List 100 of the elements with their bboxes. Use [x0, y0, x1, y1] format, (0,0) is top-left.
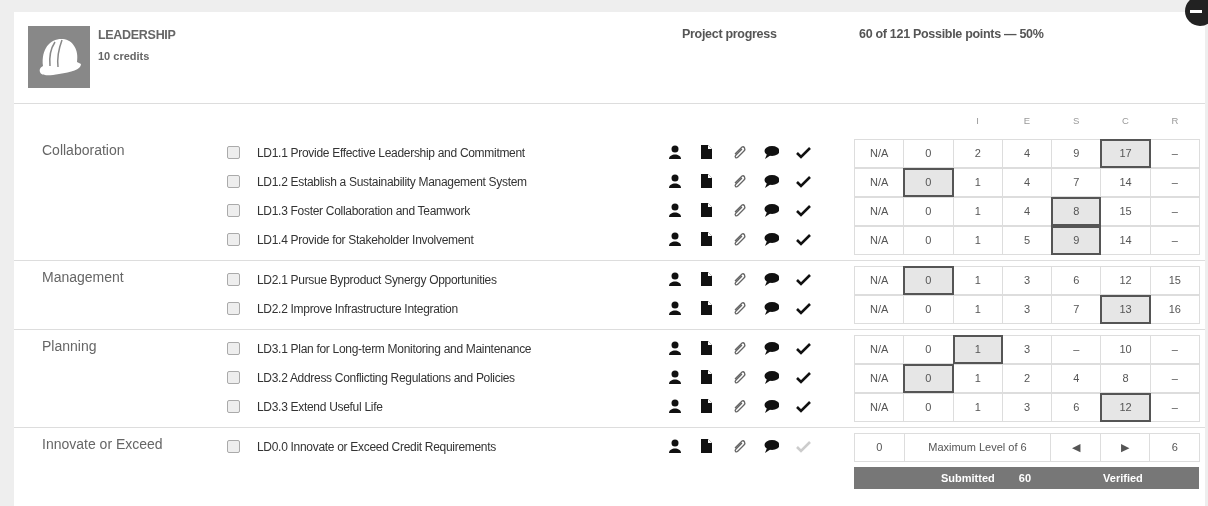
score-option[interactable]: 8	[1100, 363, 1151, 393]
score-option[interactable]: 13	[1100, 294, 1151, 324]
score-option[interactable]: 12	[1100, 265, 1151, 295]
checkbox[interactable]	[227, 233, 240, 246]
score-option[interactable]: N/A	[854, 294, 905, 324]
checkmark-icon[interactable]	[796, 174, 811, 189]
document-icon[interactable]	[700, 174, 715, 189]
person-icon[interactable]	[668, 174, 683, 189]
paperclip-icon[interactable]	[732, 203, 747, 218]
checkbox[interactable]	[227, 400, 240, 413]
previous-button[interactable]: ◀	[1050, 432, 1101, 462]
score-option[interactable]: 0	[903, 265, 954, 295]
score-option[interactable]: 7	[1051, 167, 1102, 197]
score-option[interactable]: 0	[903, 138, 954, 168]
document-icon[interactable]	[700, 203, 715, 218]
checkmark-icon[interactable]	[796, 439, 811, 454]
score-option[interactable]: –	[1149, 167, 1200, 197]
score-option[interactable]: 1	[952, 167, 1003, 197]
checkmark-icon[interactable]	[796, 232, 811, 247]
score-option[interactable]: 4	[1001, 167, 1053, 197]
score-option[interactable]: 4	[1001, 138, 1053, 168]
score-option[interactable]: 3	[1001, 265, 1053, 295]
document-icon[interactable]	[700, 232, 715, 247]
checkbox[interactable]	[227, 342, 240, 355]
score-option[interactable]: 15	[1149, 265, 1200, 295]
score-option[interactable]: 6	[1051, 265, 1102, 295]
speech-bubble-icon[interactable]	[764, 301, 779, 316]
score-option[interactable]: 0	[903, 167, 954, 197]
score-option[interactable]: 0	[903, 294, 954, 324]
person-icon[interactable]	[668, 232, 683, 247]
score-option[interactable]: –	[1149, 392, 1200, 422]
person-icon[interactable]	[668, 341, 683, 356]
score-option[interactable]: –	[1051, 334, 1102, 364]
paperclip-icon[interactable]	[732, 301, 747, 316]
checkbox[interactable]	[227, 440, 240, 453]
score-option[interactable]: –	[1149, 138, 1200, 168]
score-option[interactable]: 17	[1100, 138, 1151, 168]
checkmark-icon[interactable]	[796, 370, 811, 385]
person-icon[interactable]	[668, 203, 683, 218]
person-icon[interactable]	[668, 301, 683, 316]
score-option[interactable]: 1	[952, 334, 1003, 364]
speech-bubble-icon[interactable]	[764, 232, 779, 247]
score-option[interactable]: 1	[952, 265, 1003, 295]
speech-bubble-icon[interactable]	[764, 341, 779, 356]
checkmark-icon[interactable]	[796, 341, 811, 356]
checkbox[interactable]	[227, 175, 240, 188]
score-option[interactable]: N/A	[854, 196, 905, 226]
score-option[interactable]: 0	[903, 392, 954, 422]
score-option[interactable]: 4	[1051, 363, 1102, 393]
score-option[interactable]: 16	[1149, 294, 1200, 324]
checkbox[interactable]	[227, 302, 240, 315]
speech-bubble-icon[interactable]	[764, 439, 779, 454]
speech-bubble-icon[interactable]	[764, 399, 779, 414]
person-icon[interactable]	[668, 399, 683, 414]
document-icon[interactable]	[700, 439, 715, 454]
paperclip-icon[interactable]	[732, 341, 747, 356]
score-option[interactable]: 15	[1100, 196, 1151, 226]
speech-bubble-icon[interactable]	[764, 370, 779, 385]
score-option[interactable]: 1	[952, 225, 1003, 255]
checkbox[interactable]	[227, 146, 240, 159]
person-icon[interactable]	[668, 439, 683, 454]
document-icon[interactable]	[700, 370, 715, 385]
checkmark-icon[interactable]	[796, 272, 811, 287]
person-icon[interactable]	[668, 272, 683, 287]
score-option[interactable]: 0	[903, 196, 954, 226]
document-icon[interactable]	[700, 399, 715, 414]
score-option[interactable]: N/A	[854, 392, 905, 422]
score-option[interactable]: 9	[1051, 225, 1102, 255]
paperclip-icon[interactable]	[732, 439, 747, 454]
score-option[interactable]: 2	[1001, 363, 1053, 393]
checkbox[interactable]	[227, 204, 240, 217]
score-option[interactable]: 3	[1001, 334, 1053, 364]
score-option[interactable]: N/A	[854, 334, 905, 364]
score-option[interactable]: 14	[1100, 167, 1151, 197]
score-option[interactable]: 1	[952, 196, 1003, 226]
checkbox[interactable]	[227, 371, 240, 384]
score-option[interactable]: 2	[952, 138, 1003, 168]
score-option[interactable]: 0	[903, 225, 954, 255]
score-option[interactable]: 12	[1100, 392, 1151, 422]
checkmark-icon[interactable]	[796, 301, 811, 316]
next-button[interactable]: ▶	[1099, 432, 1151, 462]
paperclip-icon[interactable]	[732, 145, 747, 160]
score-option[interactable]: –	[1149, 225, 1200, 255]
paperclip-icon[interactable]	[732, 272, 747, 287]
score-option[interactable]: 1	[952, 392, 1003, 422]
score-option[interactable]: 3	[1001, 392, 1053, 422]
score-option[interactable]: 10	[1100, 334, 1151, 364]
speech-bubble-icon[interactable]	[764, 145, 779, 160]
score-option[interactable]: –	[1149, 334, 1200, 364]
score-option[interactable]: 8	[1051, 196, 1102, 226]
person-icon[interactable]	[668, 145, 683, 160]
document-icon[interactable]	[700, 145, 715, 160]
checkmark-icon[interactable]	[796, 399, 811, 414]
speech-bubble-icon[interactable]	[764, 272, 779, 287]
checkbox[interactable]	[227, 273, 240, 286]
score-option[interactable]: N/A	[854, 225, 905, 255]
speech-bubble-icon[interactable]	[764, 203, 779, 218]
speech-bubble-icon[interactable]	[764, 174, 779, 189]
document-icon[interactable]	[700, 341, 715, 356]
paperclip-icon[interactable]	[732, 232, 747, 247]
